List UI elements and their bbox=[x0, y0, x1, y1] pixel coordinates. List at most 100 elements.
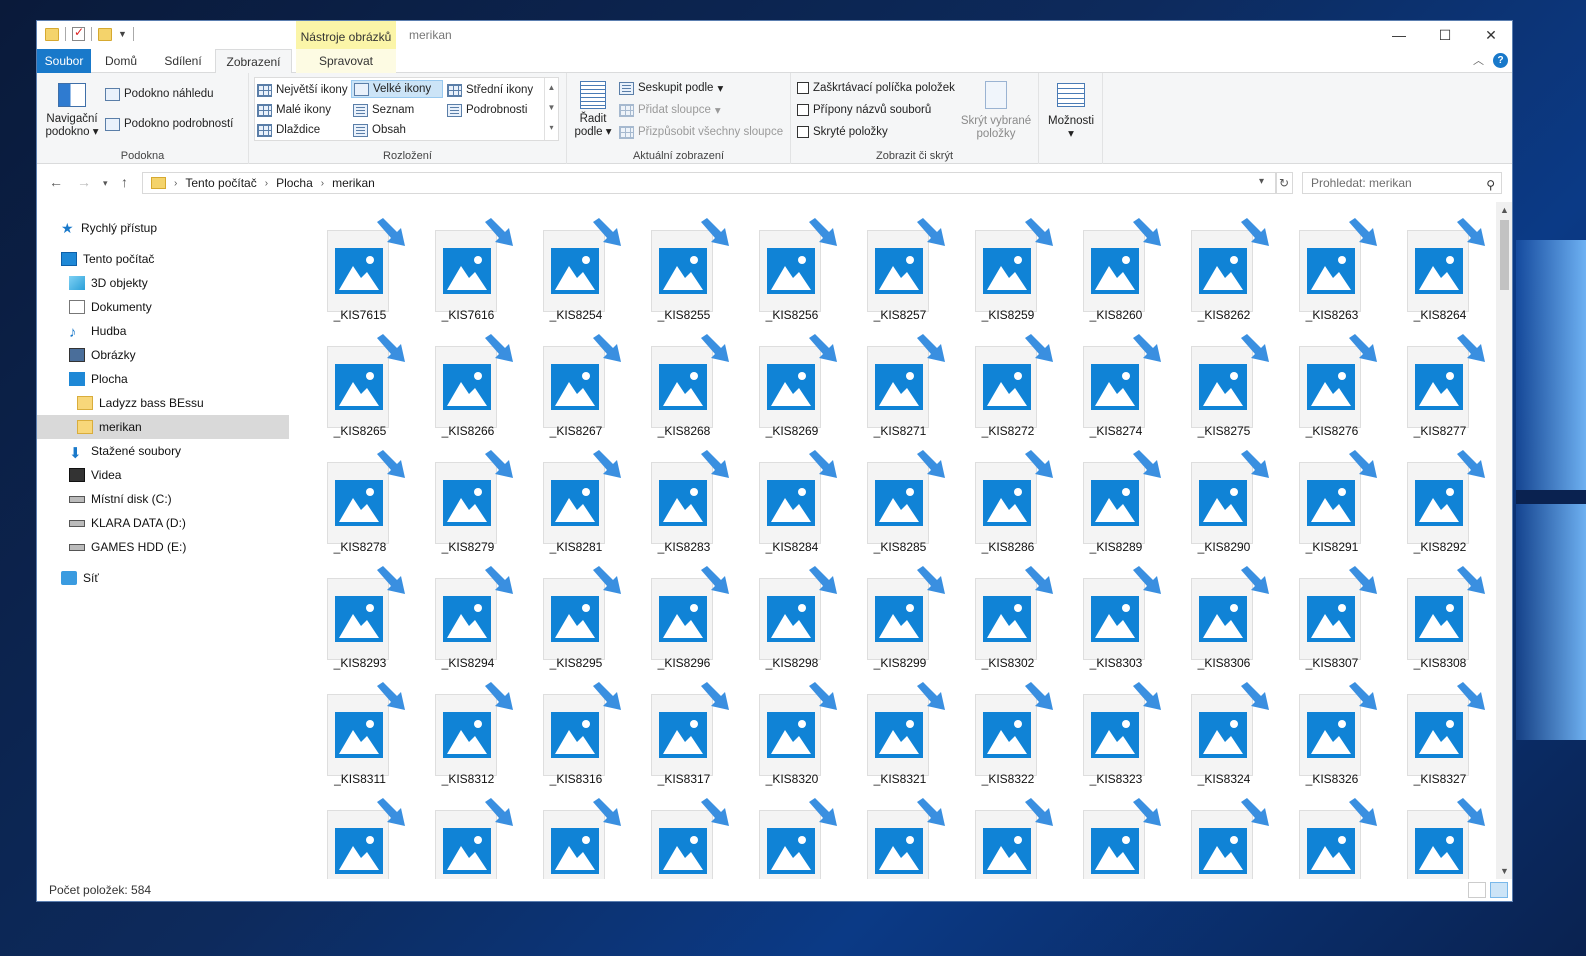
file-item[interactable]: _KIS8295 bbox=[507, 566, 621, 681]
nav-item-downloads[interactable]: ⬇ Stažené soubory bbox=[37, 439, 289, 463]
file-item[interactable] bbox=[291, 798, 405, 880]
collapse-ribbon-button[interactable]: ︿ bbox=[1473, 52, 1484, 68]
view-extra-large-icons[interactable]: Největší ikony bbox=[257, 81, 348, 99]
nav-item-drive-e[interactable]: GAMES HDD (E:) bbox=[37, 535, 289, 559]
file-item[interactable]: _KIS8311 bbox=[291, 682, 405, 797]
breadcrumb-this-pc[interactable]: Tento počítač bbox=[185, 176, 256, 190]
hide-selected-button[interactable]: Skrýt vybrané položky bbox=[959, 79, 1033, 141]
view-tiles[interactable]: Dlaždice bbox=[257, 121, 320, 139]
view-medium-icons[interactable]: Střední ikony bbox=[447, 81, 533, 99]
file-item[interactable] bbox=[1155, 798, 1269, 880]
nav-item-3d-objects[interactable]: 3D objekty bbox=[37, 271, 289, 295]
tab-view[interactable]: Zobrazení bbox=[215, 49, 292, 74]
file-item[interactable]: _KIS8289 bbox=[1047, 450, 1161, 565]
fit-columns-button[interactable]: Přizpůsobit všechny sloupce bbox=[619, 123, 783, 141]
details-view-toggle[interactable] bbox=[1468, 882, 1486, 898]
nav-item-desktop[interactable]: Plocha bbox=[37, 367, 289, 391]
file-item[interactable]: _KIS8326 bbox=[1263, 682, 1377, 797]
nav-item-music[interactable]: ♪ Hudba bbox=[37, 319, 289, 343]
help-icon[interactable]: ? bbox=[1493, 53, 1508, 68]
file-item[interactable]: _KIS8293 bbox=[291, 566, 405, 681]
file-item[interactable]: _KIS8264 bbox=[1371, 218, 1485, 333]
sort-by-button[interactable]: Řadit podle ▾ bbox=[571, 79, 615, 139]
nav-item-merikan[interactable]: merikan bbox=[37, 415, 289, 439]
file-item[interactable]: _KIS8317 bbox=[615, 682, 729, 797]
file-item[interactable]: _KIS7616 bbox=[399, 218, 513, 333]
file-item[interactable]: _KIS8302 bbox=[939, 566, 1053, 681]
tab-share[interactable]: Sdílení bbox=[153, 49, 213, 73]
file-item[interactable]: _KIS8272 bbox=[939, 334, 1053, 449]
file-item[interactable]: _KIS8294 bbox=[399, 566, 513, 681]
minimize-button[interactable]: — bbox=[1376, 21, 1422, 49]
item-checkboxes-toggle[interactable]: Zaškrtávací políčka položek bbox=[797, 79, 955, 97]
file-item[interactable]: _KIS8316 bbox=[507, 682, 621, 797]
file-item[interactable]: _KIS8327 bbox=[1371, 682, 1485, 797]
nav-quick-access[interactable]: ★ Rychlý přístup bbox=[37, 216, 289, 240]
file-item[interactable]: _KIS8259 bbox=[939, 218, 1053, 333]
tab-file[interactable]: Soubor bbox=[37, 49, 91, 73]
hidden-items-checkbox[interactable] bbox=[797, 126, 809, 138]
file-item[interactable]: _KIS8266 bbox=[399, 334, 513, 449]
file-item[interactable] bbox=[1371, 798, 1485, 880]
file-item[interactable]: _KIS8263 bbox=[1263, 218, 1377, 333]
file-item[interactable]: _KIS8275 bbox=[1155, 334, 1269, 449]
nav-network[interactable]: Síť bbox=[37, 566, 289, 590]
file-item[interactable]: _KIS8271 bbox=[831, 334, 945, 449]
tab-manage[interactable]: Spravovat bbox=[296, 49, 396, 73]
search-input[interactable]: Prohledat: merikan ⚲ bbox=[1302, 172, 1502, 194]
file-item[interactable]: _KIS8256 bbox=[723, 218, 837, 333]
file-item[interactable]: _KIS8307 bbox=[1263, 566, 1377, 681]
file-item[interactable]: _KIS8321 bbox=[831, 682, 945, 797]
file-item[interactable]: _KIS8285 bbox=[831, 450, 945, 565]
view-content[interactable]: Obsah bbox=[353, 121, 406, 139]
file-item[interactable]: _KIS8291 bbox=[1263, 450, 1377, 565]
layout-gallery-scroll[interactable]: ▲ ▼ ▾ bbox=[544, 78, 558, 140]
file-item[interactable]: _KIS8308 bbox=[1371, 566, 1485, 681]
tab-home[interactable]: Domů bbox=[93, 49, 149, 73]
file-item[interactable]: _KIS8276 bbox=[1263, 334, 1377, 449]
maximize-button[interactable]: ☐ bbox=[1422, 21, 1468, 49]
file-item[interactable]: _KIS8279 bbox=[399, 450, 513, 565]
file-item[interactable]: _KIS8278 bbox=[291, 450, 405, 565]
file-extensions-checkbox[interactable] bbox=[797, 104, 809, 116]
address-bar[interactable]: › Tento počítač › Plocha › merikan bbox=[142, 172, 1277, 194]
file-item[interactable]: _KIS8262 bbox=[1155, 218, 1269, 333]
nav-this-pc[interactable]: Tento počítač bbox=[37, 247, 289, 271]
breadcrumb-merikan[interactable]: merikan bbox=[332, 176, 375, 190]
forward-button[interactable]: → bbox=[77, 174, 91, 190]
item-checkboxes-checkbox[interactable] bbox=[797, 82, 809, 94]
details-pane-button[interactable]: Podokno podrobností bbox=[105, 115, 233, 133]
file-item[interactable] bbox=[615, 798, 729, 880]
file-item[interactable] bbox=[831, 798, 945, 880]
file-item[interactable] bbox=[1263, 798, 1377, 880]
file-extensions-toggle[interactable]: Přípony názvů souborů bbox=[797, 101, 931, 119]
back-button[interactable]: ← bbox=[49, 174, 63, 190]
recent-locations-dropdown[interactable]: ▾ bbox=[103, 178, 108, 189]
file-item[interactable] bbox=[1047, 798, 1161, 880]
file-item[interactable] bbox=[507, 798, 621, 880]
file-item[interactable]: _KIS8324 bbox=[1155, 682, 1269, 797]
file-item[interactable]: _KIS8260 bbox=[1047, 218, 1161, 333]
file-item[interactable]: _KIS8274 bbox=[1047, 334, 1161, 449]
view-details[interactable]: Podrobnosti bbox=[447, 101, 527, 119]
options-button[interactable]: Možnosti ▾ bbox=[1043, 79, 1099, 141]
file-item[interactable]: _KIS7615 bbox=[291, 218, 405, 333]
file-item[interactable]: _KIS8277 bbox=[1371, 334, 1485, 449]
file-item[interactable]: _KIS8281 bbox=[507, 450, 621, 565]
view-large-icons[interactable]: Velké ikony bbox=[351, 80, 443, 98]
file-item[interactable]: _KIS8292 bbox=[1371, 450, 1485, 565]
file-item[interactable]: _KIS8296 bbox=[615, 566, 729, 681]
file-item[interactable]: _KIS8303 bbox=[1047, 566, 1161, 681]
nav-item-documents[interactable]: Dokumenty bbox=[37, 295, 289, 319]
file-item[interactable]: _KIS8323 bbox=[1047, 682, 1161, 797]
nav-item-drive-d[interactable]: KLARA DATA (D:) bbox=[37, 511, 289, 535]
close-button[interactable]: ✕ bbox=[1468, 21, 1512, 49]
file-item[interactable]: _KIS8283 bbox=[615, 450, 729, 565]
file-item[interactable]: _KIS8268 bbox=[615, 334, 729, 449]
file-item[interactable]: _KIS8255 bbox=[615, 218, 729, 333]
file-item[interactable]: _KIS8290 bbox=[1155, 450, 1269, 565]
file-item[interactable]: _KIS8320 bbox=[723, 682, 837, 797]
large-icons-view-toggle[interactable] bbox=[1490, 882, 1508, 898]
properties-icon[interactable] bbox=[72, 25, 85, 41]
file-item[interactable]: _KIS8269 bbox=[723, 334, 837, 449]
